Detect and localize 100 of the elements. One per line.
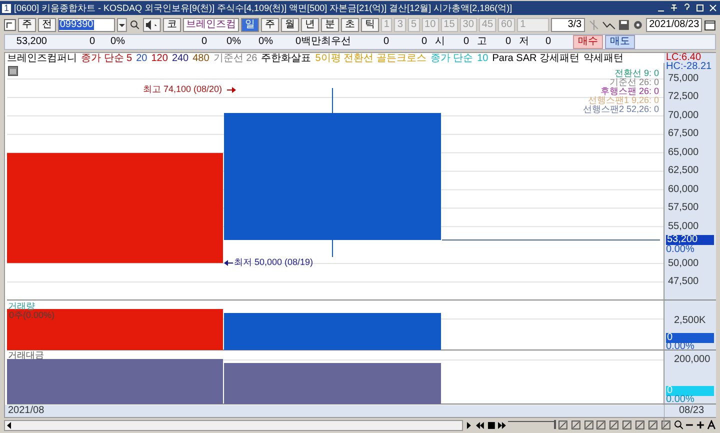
dropdown-icon[interactable] xyxy=(117,18,128,32)
quote-cell: 최우선 xyxy=(321,37,351,47)
change-label: 0.00% xyxy=(666,395,694,405)
quote-cell-text: 0% xyxy=(258,37,273,47)
stop-icon[interactable] xyxy=(486,420,496,430)
legend-item: 브레인즈컴퍼니 xyxy=(7,54,77,64)
hc-label: HC:-28.21 xyxy=(666,62,712,72)
period-tab[interactable]: 초 xyxy=(340,18,359,32)
date-label: 2021/08 xyxy=(8,406,44,416)
high-marker-label: 최고 74,100 (08/20) xyxy=(143,85,222,94)
quote-cell-text: 0 xyxy=(504,37,511,47)
lc-label: LC:6.40 xyxy=(666,53,702,63)
panel-title: 거래대금 xyxy=(8,351,44,360)
pin-icon[interactable] xyxy=(669,3,679,13)
quote-cell-text: 0백만 xyxy=(294,37,321,47)
ichimoku-label: 전환선 9: 0 xyxy=(614,69,659,78)
slider-thumb[interactable] xyxy=(554,420,556,428)
legend-item: 기준선 26 xyxy=(213,54,258,64)
date-label: 08/23 xyxy=(679,406,704,416)
buy-button[interactable]: 매수 xyxy=(573,35,603,49)
axis-label: 47,500 xyxy=(668,276,699,287)
window-title: [0600] 키움종합차트 - KOSDAQ 외국인보유[9(천)] 주식수[4,109(천)] 액면[500] 자본금[21(억)] 결산[12월] 시가총액[2,186(억)] xyxy=(14,4,514,12)
current-price-label: 53,200 xyxy=(666,235,714,245)
current-volume-label: 0 xyxy=(666,333,714,343)
speaker-icon[interactable] xyxy=(143,18,161,32)
quote-cell-text: 고 xyxy=(476,37,487,47)
plus-icon[interactable] xyxy=(696,420,706,430)
axis-label: 62,500 xyxy=(668,166,699,176)
axis-label: 50,000 xyxy=(668,258,699,268)
legend-item: Para SAR 강세패턴 xyxy=(492,54,580,64)
axis-label: 57,500 xyxy=(668,203,699,214)
axis-label: 55,000 xyxy=(668,222,699,232)
page-field[interactable]: 3/3 xyxy=(550,18,585,32)
quote-cell-text: 0 xyxy=(382,37,389,47)
change-label: 0.00% xyxy=(666,245,694,255)
legend-item: 5이평 전환선 골든크로스 xyxy=(315,54,426,64)
period-tab[interactable]: 일 xyxy=(240,18,259,32)
ichimoku-label: 후행스팬 26: 0 xyxy=(600,87,659,96)
arrow-icon xyxy=(226,87,236,93)
legend-item: 종가 단순 xyxy=(430,54,474,64)
quote-cell-text: 53,200 xyxy=(15,37,47,47)
quote-cell-text: 0% xyxy=(110,37,125,47)
quote-cell-text: 0 xyxy=(200,37,207,47)
code-field[interactable]: 099390 xyxy=(58,18,116,32)
save-icon[interactable] xyxy=(618,18,630,32)
quote-cell-text: 저 xyxy=(518,37,529,47)
search-icon[interactable] xyxy=(674,420,684,430)
period-tab[interactable]: 틱 xyxy=(360,18,379,32)
ichimoku-label: 기준선 26: 0 xyxy=(609,78,659,87)
close-icon[interactable] xyxy=(708,3,718,13)
legend-item: 480 xyxy=(192,54,210,64)
search-icon[interactable] xyxy=(129,18,142,32)
scrollbar[interactable] xyxy=(4,420,463,430)
arrow-icon xyxy=(224,260,234,266)
left-arrow-icon[interactable] xyxy=(5,420,13,430)
axis-label: 72,500 xyxy=(668,92,699,102)
stock-name-field[interactable]: 브레인즈컴 xyxy=(182,18,239,32)
change-label: 0.00% xyxy=(666,342,694,352)
legend-item: 20 xyxy=(136,54,148,64)
quote-cell-text: 0 xyxy=(88,37,95,47)
help-icon[interactable] xyxy=(682,3,692,13)
font-icon[interactable] xyxy=(707,420,716,430)
ichimoku-label: 선행스팬1 9,26: 0 xyxy=(588,96,659,105)
quote-cell-text: 0% xyxy=(226,37,241,47)
scope-button[interactable]: 전 xyxy=(38,18,56,32)
grid-icon[interactable] xyxy=(8,66,18,76)
current-amount-label: 0 xyxy=(666,386,714,396)
quote-cell-text: 0 xyxy=(420,37,427,47)
legend-item: 주한화살표 xyxy=(261,54,312,64)
maximize-icon[interactable] xyxy=(695,3,705,13)
zoom-slider[interactable] xyxy=(508,420,556,430)
axis-label: 60,000 xyxy=(668,184,699,195)
rewind-icon[interactable] xyxy=(476,420,485,430)
market-dropdown[interactable]: 주 xyxy=(18,18,36,32)
sell-button[interactable]: 매도 xyxy=(605,35,635,49)
quote-cell-text: 시 xyxy=(434,37,445,47)
quote-cell-text: 0 xyxy=(462,37,469,47)
axis-label: 70,000 xyxy=(668,110,699,121)
panel-title: 거래량 xyxy=(8,302,35,311)
period-tab[interactable]: 분 xyxy=(320,18,339,32)
ichimoku-label: 선행스팬2 52,26: 0 xyxy=(582,105,659,114)
quote-cell-text: 0 xyxy=(544,37,551,47)
date-field[interactable]: 2021/08/23 xyxy=(646,18,702,32)
fast-forward-icon[interactable] xyxy=(498,420,506,430)
axis-label: 2,500K xyxy=(674,316,706,326)
period-tab[interactable]: 년 xyxy=(300,18,319,32)
axis-label: 75,000 xyxy=(668,74,699,84)
period-tab[interactable]: 월 xyxy=(280,18,299,32)
low-marker-label: 최저 50,000 (08/19) xyxy=(234,258,314,267)
calendar-icon[interactable] xyxy=(704,18,716,32)
volume-info: 0주(0.00%) xyxy=(9,311,55,320)
legend-item: 10 xyxy=(477,54,488,64)
legend-item: 240 xyxy=(172,54,189,64)
period-tab[interactable]: 주 xyxy=(260,18,279,32)
legend-item: 약세패턴 xyxy=(584,54,624,64)
axis-label: 65,000 xyxy=(668,148,699,158)
axis-label: 67,500 xyxy=(668,129,699,140)
legend-item: 120 xyxy=(151,54,168,64)
market-tag: 코 xyxy=(162,18,181,32)
window-number: 1 xyxy=(2,4,12,12)
